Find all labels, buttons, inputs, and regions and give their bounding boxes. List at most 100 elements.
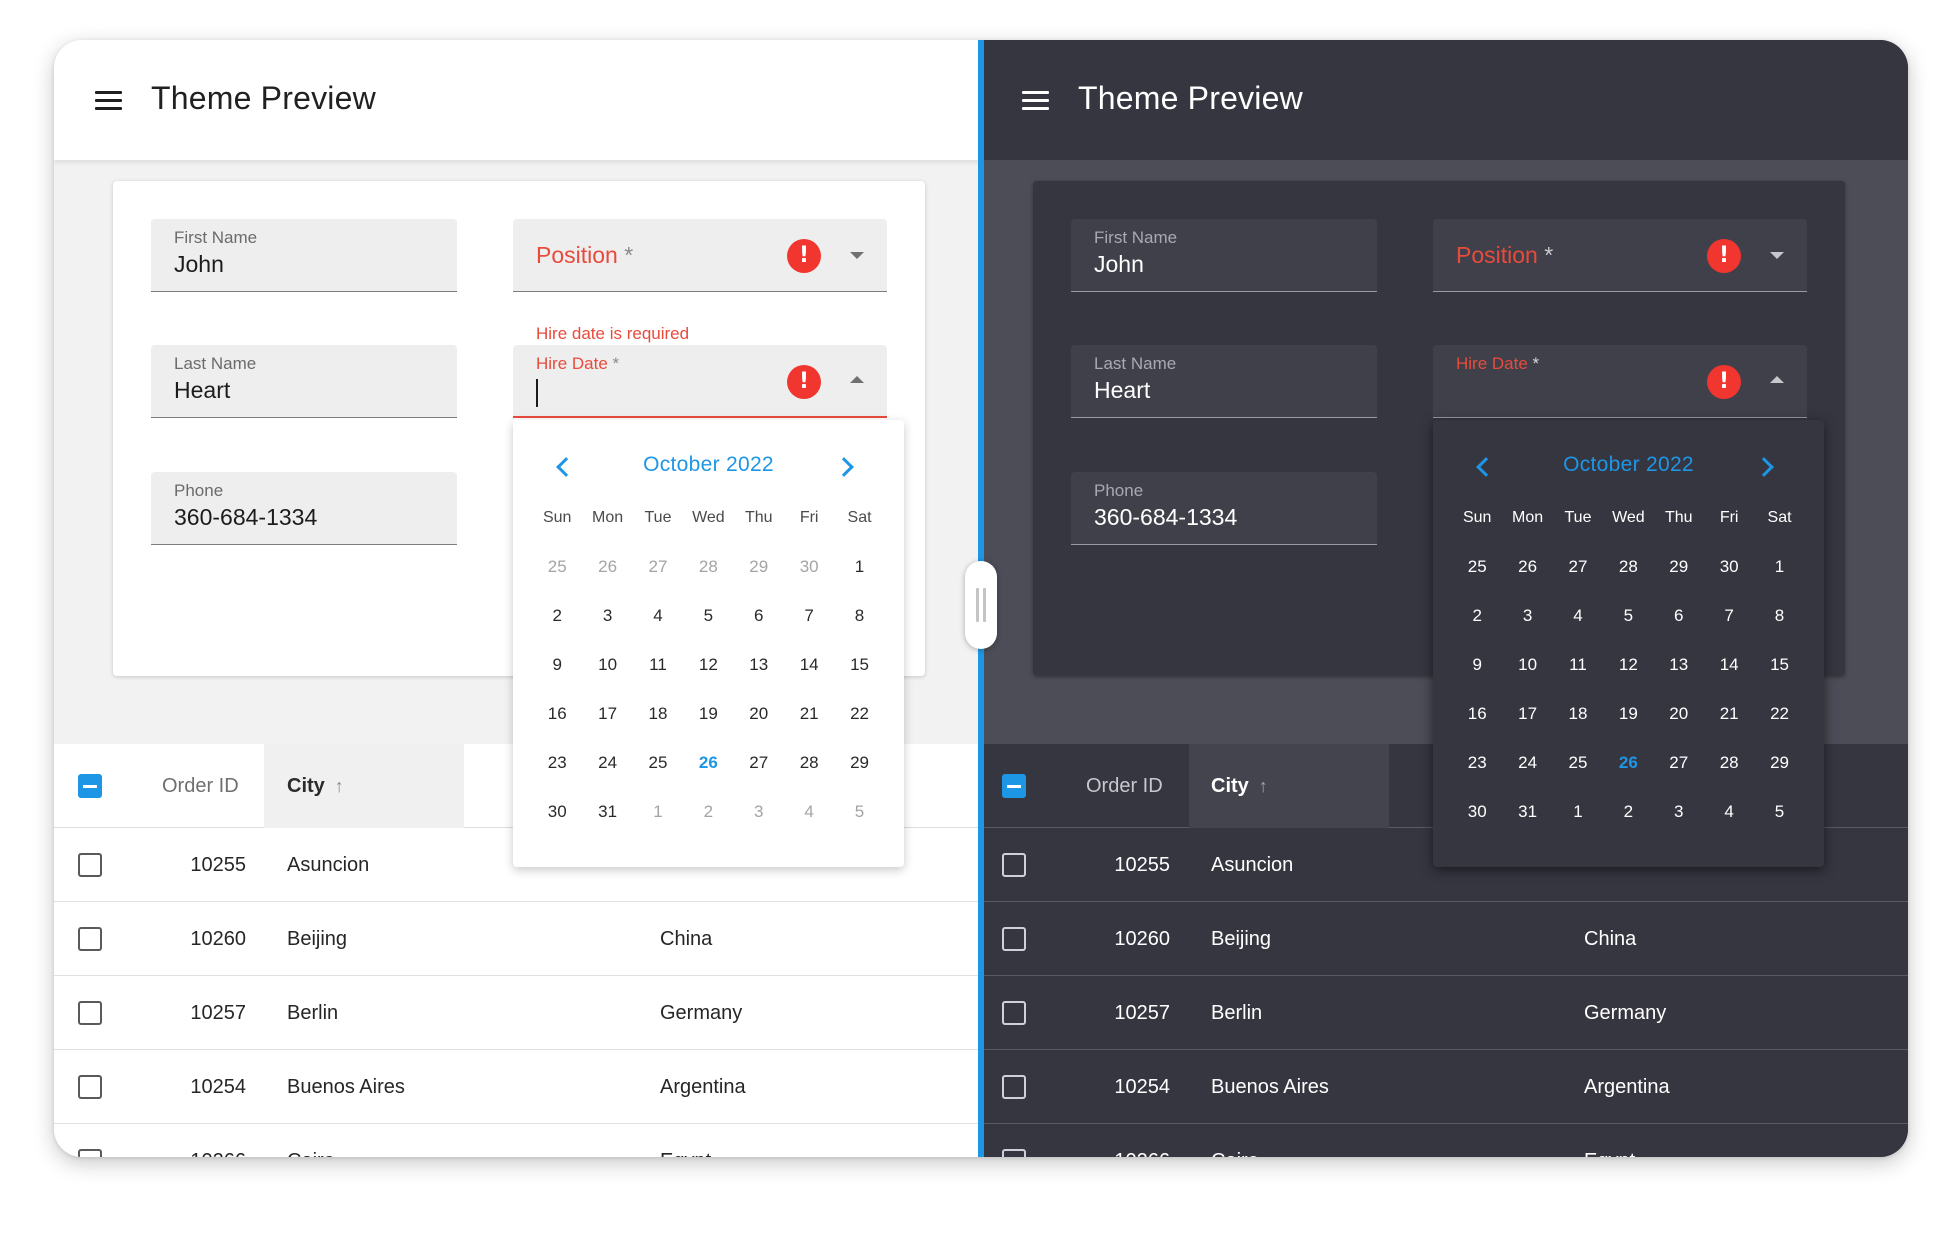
calendar-day[interactable]: 28 [683,542,733,591]
calendar-day[interactable]: 5 [1754,787,1804,836]
calendar-day[interactable]: 19 [683,689,733,738]
calendar-day[interactable]: 3 [582,591,632,640]
calendar-day[interactable]: 4 [633,591,683,640]
calendar-day[interactable]: 3 [1502,591,1552,640]
calendar-day[interactable]: 6 [1654,591,1704,640]
table-row[interactable]: 10254 Buenos Aires Argentina [981,1050,1908,1124]
calendar-day[interactable]: 18 [1553,689,1603,738]
select-all-checkbox[interactable] [1002,774,1026,798]
calendar-day[interactable]: 1 [1754,542,1804,591]
calendar-day[interactable]: 28 [784,738,834,787]
calendar-day[interactable]: 31 [1502,787,1552,836]
position-select[interactable]: Position * ! [513,219,887,292]
calendar-day[interactable]: 10 [582,640,632,689]
calendar-day[interactable]: 29 [1754,738,1804,787]
calendar-day[interactable]: 2 [532,591,582,640]
calendar-day[interactable]: 30 [532,787,582,836]
table-row[interactable]: 10254 Buenos Aires Argentina [54,1050,981,1124]
calendar-day[interactable]: 5 [683,591,733,640]
calendar-day[interactable]: 29 [1654,542,1704,591]
dropdown-arrow-up-icon[interactable] [1770,376,1784,383]
calendar-day[interactable]: 24 [582,738,632,787]
calendar-day[interactable]: 15 [1754,640,1804,689]
calendar-day[interactable]: 1 [1553,787,1603,836]
calendar-day[interactable]: 16 [532,689,582,738]
column-header-order-id[interactable]: Order ID [162,744,239,828]
last-name-field[interactable]: Last Name Heart [151,345,457,418]
calendar-day[interactable]: 28 [1603,542,1653,591]
calendar-day[interactable]: 14 [784,640,834,689]
calendar-day[interactable]: 13 [1654,640,1704,689]
calendar-day[interactable]: 23 [532,738,582,787]
calendar-day[interactable]: 14 [1704,640,1754,689]
calendar-day[interactable]: 31 [582,787,632,836]
calendar-day[interactable]: 19 [1603,689,1653,738]
dropdown-arrow-up-icon[interactable] [850,376,864,383]
calendar-day[interactable]: 7 [784,591,834,640]
calendar-day[interactable]: 4 [784,787,834,836]
calendar-day[interactable]: 9 [532,640,582,689]
calendar-day[interactable]: 21 [784,689,834,738]
hamburger-menu-icon[interactable] [1021,88,1051,112]
calendar-day[interactable]: 8 [1754,591,1804,640]
column-header-city[interactable]: City ↑ [1211,744,1268,828]
row-checkbox[interactable] [78,1149,102,1157]
calendar-day[interactable]: 12 [1603,640,1653,689]
calendar-day[interactable]: 7 [1704,591,1754,640]
calendar-day[interactable]: 6 [734,591,784,640]
row-checkbox[interactable] [78,853,102,877]
calendar-day[interactable]: 26 [1502,542,1552,591]
table-row[interactable]: 10266 Cairo Egypt [981,1124,1908,1157]
last-name-field[interactable]: Last Name Heart [1071,345,1377,418]
row-checkbox[interactable] [78,1075,102,1099]
calendar-day[interactable]: 2 [683,787,733,836]
calendar-day[interactable]: 16 [1452,689,1502,738]
calendar-day[interactable]: 24 [1502,738,1552,787]
calendar-day[interactable]: 2 [1452,591,1502,640]
calendar-day[interactable]: 20 [1654,689,1704,738]
calendar-day[interactable]: 10 [1502,640,1552,689]
calendar-day[interactable]: 13 [734,640,784,689]
table-row[interactable]: 10257 Berlin Germany [981,976,1908,1050]
column-header-city[interactable]: City ↑ [287,744,344,828]
table-row[interactable]: 10257 Berlin Germany [54,976,981,1050]
table-row[interactable]: 10260 Beijing China [54,902,981,976]
calendar-day[interactable]: 9 [1452,640,1502,689]
row-checkbox[interactable] [1002,1001,1026,1025]
calendar-day[interactable]: 30 [1704,542,1754,591]
calendar-day[interactable]: 8 [834,591,884,640]
table-row[interactable]: 10260 Beijing China [981,902,1908,976]
calendar-day[interactable]: 29 [734,542,784,591]
calendar-day[interactable]: 4 [1553,591,1603,640]
row-checkbox[interactable] [78,1001,102,1025]
calendar-day[interactable]: 26 [1603,738,1653,787]
calendar-day[interactable]: 5 [834,787,884,836]
calendar-day[interactable]: 15 [834,640,884,689]
calendar-day[interactable]: 26 [582,542,632,591]
table-row[interactable]: 10266 Cairo Egypt [54,1124,981,1157]
calendar-day[interactable]: 25 [532,542,582,591]
calendar-day[interactable]: 22 [1754,689,1804,738]
row-checkbox[interactable] [1002,1075,1026,1099]
phone-field[interactable]: Phone 360-684-1334 [151,472,457,545]
calendar-day[interactable]: 29 [834,738,884,787]
calendar-day[interactable]: 1 [633,787,683,836]
calendar-day[interactable]: 25 [1452,542,1502,591]
split-drag-handle[interactable] [965,561,997,649]
calendar-day[interactable]: 2 [1603,787,1653,836]
row-checkbox[interactable] [1002,927,1026,951]
calendar-day[interactable]: 1 [834,542,884,591]
calendar-day[interactable]: 25 [1553,738,1603,787]
column-header-order-id[interactable]: Order ID [1086,744,1163,828]
calendar-day[interactable]: 27 [734,738,784,787]
calendar-day[interactable]: 4 [1704,787,1754,836]
select-all-checkbox[interactable] [78,774,102,798]
calendar-day[interactable]: 27 [1654,738,1704,787]
row-checkbox[interactable] [1002,1149,1026,1157]
calendar-day[interactable]: 26 [683,738,733,787]
dropdown-arrow-icon[interactable] [1770,252,1784,259]
calendar-day[interactable]: 5 [1603,591,1653,640]
calendar-day[interactable]: 17 [582,689,632,738]
calendar-day[interactable]: 3 [1654,787,1704,836]
calendar-day[interactable]: 25 [633,738,683,787]
